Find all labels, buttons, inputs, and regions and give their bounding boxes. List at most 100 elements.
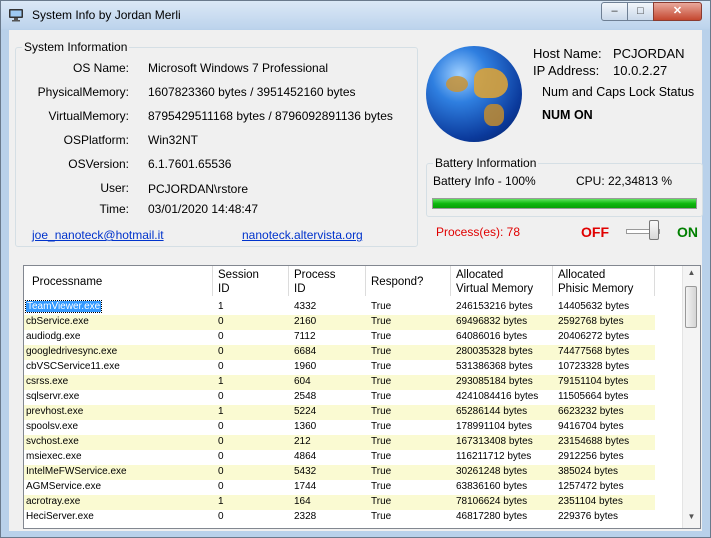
- table-cell: 65286144 bytes: [456, 406, 527, 417]
- cell-text: 1: [218, 301, 224, 312]
- toggle-on-label: ON: [677, 224, 698, 240]
- table-cell: True: [371, 391, 391, 402]
- maximize-button[interactable]: □: [627, 2, 654, 21]
- cell-text: True: [371, 391, 392, 402]
- cell-text: spoolsv.exe: [26, 421, 79, 432]
- process-table[interactable]: Processname Session ID Process ID Respond?…: [23, 265, 701, 529]
- table-row[interactable]: msiexec.exe 0 4864 True 116211712 bytes 29122…: [24, 450, 655, 465]
- table-cell: 246153216 bytes: [456, 301, 533, 312]
- cell-text: 23154688 bytes: [558, 436, 630, 447]
- table-cell: csrss.exe: [26, 376, 68, 387]
- close-button[interactable]: ✕: [653, 2, 702, 21]
- cell-text: True: [371, 451, 392, 462]
- table-row[interactable]: HeciServer.exe 0 2328 True 46817280 bytes 229…: [24, 510, 655, 525]
- table-row[interactable]: acrotray.exe 1 164 True 78106624 bytes 235110…: [24, 495, 655, 510]
- table-cell: HeciServer.exe: [26, 511, 94, 522]
- table-cell: 1: [218, 496, 224, 507]
- cell-text: 0: [218, 451, 224, 462]
- cell-text: 2912256 bytes: [558, 451, 624, 462]
- cell-text: 78106624 bytes: [456, 496, 528, 507]
- cell-text: 0: [218, 466, 224, 477]
- cell-text: 5224: [294, 406, 317, 417]
- cell-text: 2592768 bytes: [558, 316, 624, 327]
- table-cell: spoolsv.exe: [26, 421, 78, 432]
- cell-text: 164: [294, 496, 311, 507]
- table-row[interactable]: cbService.exe 0 2160 True 69496832 bytes 2592…: [24, 315, 655, 330]
- cell-text: 9416704 bytes: [558, 421, 624, 432]
- table-row[interactable]: AGMService.exe 0 1744 True 63836160 bytes 125…: [24, 480, 655, 495]
- table-cell: 1744: [294, 481, 316, 492]
- cell-text: 1257472 bytes: [558, 481, 624, 492]
- minimize-button[interactable]: –: [601, 2, 628, 21]
- cell-text: HeciServer.exe: [26, 511, 94, 522]
- cell-text: 2160: [294, 316, 317, 327]
- table-cell: 46817280 bytes: [456, 511, 527, 522]
- table-cell: 531386368 bytes: [456, 361, 533, 372]
- cell-text: True: [371, 331, 392, 342]
- scroll-thumb[interactable]: [685, 286, 697, 328]
- cell-text: 79151104 bytes: [558, 376, 629, 387]
- process-count: Process(es): 78: [436, 225, 521, 239]
- cell-text: 65286144 bytes: [456, 406, 528, 417]
- table-cell: 212: [294, 436, 311, 447]
- os-platform-value: Win32NT: [148, 133, 199, 147]
- client-area: System Information OS Name: Microsoft Wi…: [9, 30, 703, 531]
- cell-text: 229376 bytes: [558, 511, 619, 522]
- cell-text: 4864: [294, 451, 317, 462]
- table-row[interactable]: sqlservr.exe 0 2548 True 4241084416 bytes 115…: [24, 390, 655, 405]
- table-cell: 116211712 bytes: [456, 451, 531, 462]
- table-row[interactable]: prevhost.exe 1 5224 True 65286144 bytes 66232…: [24, 405, 655, 420]
- email-link[interactable]: joe_nanoteck@hotmail.it: [32, 228, 164, 242]
- scroll-down-icon[interactable]: ▼: [685, 512, 698, 526]
- table-cell: msiexec.exe: [26, 451, 82, 462]
- table-row[interactable]: cbVSCService11.exe 0 1960 True 531386368 byt…: [24, 360, 655, 375]
- table-cell: 2592768 bytes: [558, 316, 624, 327]
- header-physical-memory[interactable]: Allocated Phisic Memory: [553, 266, 655, 296]
- cell-text: 0: [218, 481, 224, 492]
- vertical-scrollbar[interactable]: ▲ ▼: [682, 266, 700, 528]
- table-cell: 167313408 bytes: [456, 436, 533, 447]
- table-cell: 1: [218, 406, 224, 417]
- table-cell: 1960: [294, 361, 316, 372]
- table-row[interactable]: audiodg.exe 0 7112 True 64086016 bytes 204062…: [24, 330, 655, 345]
- header-processname[interactable]: Processname: [24, 266, 213, 296]
- table-cell: TeamViewer.exe: [24, 300, 103, 313]
- table-cell: 2351104 bytes: [558, 496, 623, 507]
- cell-text: True: [371, 361, 392, 372]
- cell-text: 1360: [294, 421, 317, 432]
- header-session-id[interactable]: Session ID: [213, 266, 289, 296]
- os-platform-label: OSPlatform:: [63, 133, 129, 147]
- cell-text: 64086016 bytes: [456, 331, 528, 342]
- table-cell: 78106624 bytes: [456, 496, 527, 507]
- cell-text: 20406272 bytes: [558, 331, 630, 342]
- cell-text: 63836160 bytes: [456, 481, 528, 492]
- table-cell: 0: [218, 436, 224, 447]
- table-cell: 14405632 bytes: [558, 301, 629, 312]
- os-name-label: OS Name:: [72, 61, 129, 75]
- cell-text: True: [371, 316, 392, 327]
- toggle-slider-thumb[interactable]: [649, 220, 659, 240]
- os-name-value: Microsoft Windows 7 Professional: [148, 61, 329, 75]
- cell-text: 4332: [294, 301, 317, 312]
- table-row[interactable]: TeamViewer.exe 1 4332 True 246153216 bytes 14…: [24, 300, 655, 315]
- cell-text: 0: [218, 361, 224, 372]
- table-row[interactable]: csrss.exe 1 604 True 293085184 bytes 79151104…: [24, 375, 655, 390]
- table-row[interactable]: googledrivesync.exe 0 6684 True 280035328 by…: [24, 345, 655, 360]
- header-respond[interactable]: Respond?: [366, 266, 451, 296]
- scroll-up-icon[interactable]: ▲: [685, 268, 698, 282]
- user-value: PCJORDAN\rstore: [148, 182, 249, 196]
- table-cell: 164: [294, 496, 311, 507]
- cell-text: 167313408 bytes: [456, 436, 533, 447]
- globe-icon: [426, 46, 522, 142]
- table-cell: 0: [218, 316, 224, 327]
- virtual-memory-value: 8795429511168 bytes / 8796092891136 byte…: [148, 109, 393, 123]
- header-virtual-memory[interactable]: Allocated Virtual Memory: [451, 266, 553, 296]
- header-process-id[interactable]: Process ID: [289, 266, 366, 296]
- website-link[interactable]: nanoteck.altervista.org: [242, 228, 363, 242]
- table-row[interactable]: spoolsv.exe 0 1360 True 178991104 bytes 94167…: [24, 420, 655, 435]
- table-row[interactable]: IntelMeFWService.exe 0 5432 True 30261248 by…: [24, 465, 655, 480]
- cell-text: 246153216 bytes: [456, 301, 533, 312]
- title-bar[interactable]: System Info by Jordan Merli – □ ✕: [1, 1, 710, 29]
- table-row[interactable]: svchost.exe 0 212 True 167313408 bytes 231546…: [24, 435, 655, 450]
- table-cell: svchost.exe: [26, 436, 79, 447]
